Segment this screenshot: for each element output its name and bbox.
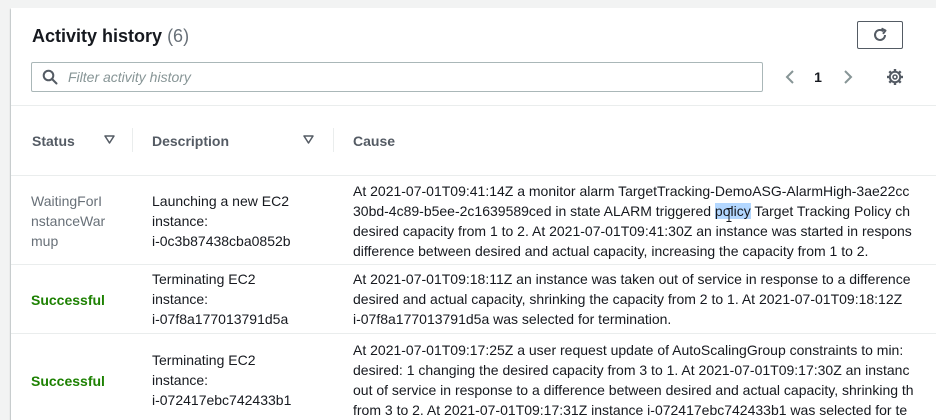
- column-divider[interactable]: [333, 128, 334, 152]
- description-line: instance:: [152, 213, 209, 229]
- cause-text: Target Tracking Policy ch: [750, 203, 910, 219]
- description-line: Terminating EC2: [152, 352, 256, 368]
- description-cell: Launching a new EC2 instance: i-0c3b8743…: [152, 191, 312, 251]
- cause-line: At 2021-07-01T09:17:25Z a user request u…: [353, 342, 904, 358]
- table-row: Successful Terminating EC2 instance: i-0…: [11, 334, 936, 420]
- description-line: Launching a new EC2: [152, 193, 289, 209]
- refresh-button[interactable]: [857, 21, 903, 49]
- column-header-description[interactable]: Description: [152, 106, 332, 175]
- status-cell: Successful: [31, 292, 105, 308]
- current-page-number[interactable]: 1: [811, 66, 825, 88]
- table-settings-button[interactable]: [885, 66, 905, 88]
- cause-line: difference between desired and actual ca…: [353, 243, 869, 259]
- search-input[interactable]: [66, 68, 762, 86]
- cause-line: desired: 1 changing the desired capacity…: [353, 362, 910, 378]
- refresh-icon: [874, 27, 887, 41]
- panel-title: Activity history (6): [32, 26, 189, 47]
- cause-line: i-07f8a177013791d5a was selected for ter…: [353, 311, 672, 327]
- chevron-left-icon: [785, 70, 794, 84]
- cause-cell: At 2021-07-01T09:41:14Z a monitor alarm …: [353, 181, 936, 261]
- column-header-status[interactable]: Status: [32, 106, 132, 175]
- selected-text: policy: [714, 203, 751, 219]
- description-cell: Terminating EC2 instance: i-072417ebc742…: [152, 350, 312, 410]
- prev-page-button[interactable]: [781, 66, 799, 88]
- cause-cell: At 2021-07-01T09:17:25Z a user request u…: [353, 340, 936, 420]
- status-cell: Successful: [31, 373, 105, 389]
- cause-line: At 2021-07-01T09:18:11Z an instance was …: [353, 271, 911, 287]
- description-line: instance:: [152, 291, 209, 307]
- cause-line: out of service in response to a differen…: [353, 382, 914, 398]
- table-row: Successful Terminating EC2 instance: i-0…: [11, 265, 936, 334]
- cause-cell: At 2021-07-01T09:18:11Z an instance was …: [353, 269, 936, 329]
- column-header-cause-label: Cause: [353, 132, 396, 149]
- description-cell: Terminating EC2 instance: i-07f8a1770137…: [152, 269, 312, 329]
- cause-line: At 2021-07-01T09:41:14Z a monitor alarm …: [353, 183, 910, 199]
- cause-line: desired and actual capacity, shrinking t…: [353, 291, 903, 307]
- activity-history-panel: Activity history (6) 1: [11, 8, 936, 420]
- column-header-status-label: Status: [32, 132, 75, 149]
- column-header-cause: Cause: [353, 106, 553, 175]
- chevron-right-icon: [844, 70, 853, 84]
- description-line: instance:: [152, 372, 209, 388]
- cause-line: 30bd-4c89-b5ee-2c1639589ced in state ALA…: [353, 201, 936, 221]
- description-line: i-072417ebc742433b1: [152, 392, 292, 408]
- gear-icon: [887, 69, 903, 85]
- table-row: WaitingForI nstanceWar mup Launching a n…: [11, 176, 936, 265]
- column-header-description-label: Description: [152, 132, 230, 149]
- search-box: [31, 62, 763, 92]
- column-divider[interactable]: [132, 128, 133, 152]
- cause-line: desired capacity from 1 to 2. At 2021-07…: [353, 223, 912, 239]
- panel-title-text: Activity history: [32, 26, 163, 46]
- table-header: Status Description Cause: [11, 106, 936, 176]
- next-page-button[interactable]: [839, 66, 857, 88]
- sort-caret-down-icon: [303, 135, 314, 144]
- description-line: i-0c3b87438cba0852b: [152, 233, 291, 249]
- status-cell: WaitingForI nstanceWar mup: [31, 191, 121, 251]
- cause-text: 30bd-4c89-b5ee-2c1639589ced in state ALA…: [353, 203, 715, 219]
- description-line: i-07f8a177013791d5a: [152, 311, 289, 327]
- activity-count: (6): [167, 26, 190, 46]
- search-icon: [42, 69, 58, 85]
- status-text-line: nstanceWar: [31, 213, 106, 229]
- status-text-line: WaitingForI: [31, 193, 103, 209]
- cause-line: from 3 to 2. At 2021-07-01T09:17:31Z ins…: [353, 402, 908, 418]
- description-line: Terminating EC2: [152, 271, 256, 287]
- status-text-line: mup: [31, 233, 59, 249]
- sort-caret-down-icon: [104, 135, 115, 144]
- text-cursor-icon: [726, 208, 732, 222]
